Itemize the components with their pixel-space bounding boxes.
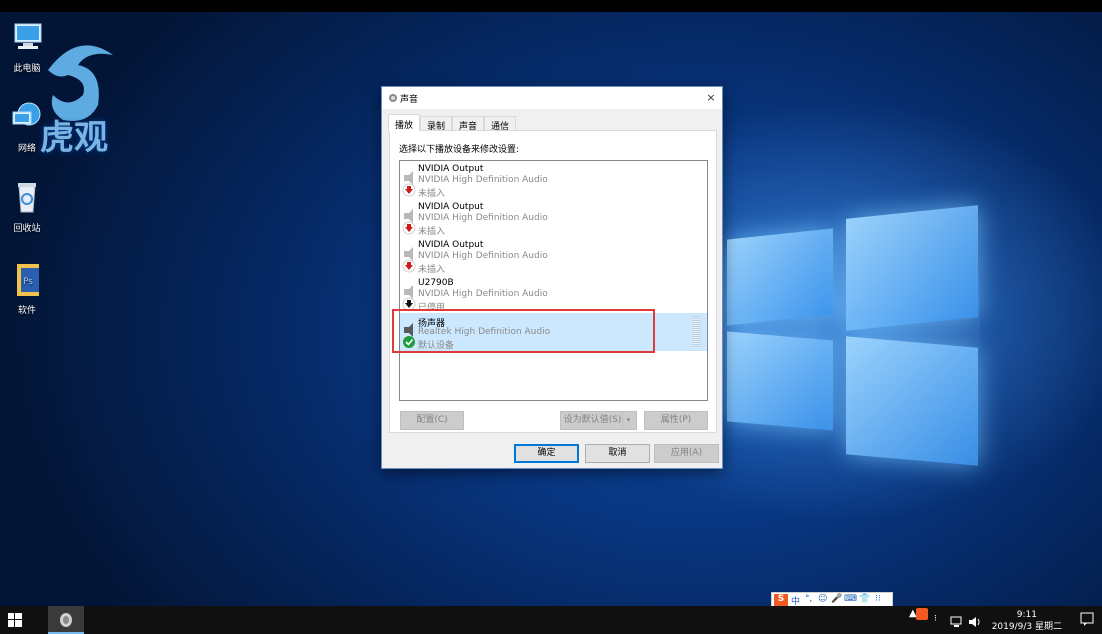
volume-tray-icon[interactable]: [968, 616, 982, 628]
unplugged-red-arrow-icon: [402, 247, 416, 273]
device-driver: NVIDIA High Definition Audio: [418, 213, 548, 223]
sogou-tray-icon[interactable]: [916, 608, 928, 620]
tab-sounds[interactable]: 声音: [452, 116, 485, 132]
device-item[interactable]: NVIDIA Output NVIDIA High Definition Aud…: [400, 237, 707, 275]
device-name: U2790B: [418, 278, 454, 288]
desktop-icon-recycle-bin[interactable]: 回收站: [2, 180, 52, 234]
device-name: NVIDIA Output: [418, 202, 484, 212]
emoji-icon[interactable]: ☺: [818, 594, 827, 604]
svg-text:Ps: Ps: [23, 277, 33, 287]
close-button[interactable]: ×: [700, 87, 722, 109]
folder-icon: Ps: [17, 264, 39, 296]
unplugged-red-arrow-icon: [402, 171, 416, 197]
recycle-bin-icon: [18, 183, 36, 213]
dialog-title: 声音: [400, 95, 419, 105]
windows-logo-pane: [727, 331, 833, 431]
properties-button[interactable]: 属性(P): [644, 411, 708, 430]
desktop-icon-network[interactable]: 网络: [2, 100, 52, 154]
network-tray-icon[interactable]: [950, 616, 964, 628]
taskbar-clock[interactable]: 9:11 2019/9/3 星期二: [992, 609, 1062, 633]
desktop-icon-software[interactable]: Ps 软件: [2, 262, 52, 316]
chevron-down-icon[interactable]: ▾: [622, 412, 634, 429]
system-tray: ▲ ⁝: [906, 608, 986, 630]
unplugged-red-arrow-icon: [402, 209, 416, 235]
clock-time: 9:11: [1016, 610, 1037, 620]
device-item[interactable]: NVIDIA Output NVIDIA High Definition Aud…: [400, 199, 707, 237]
configure-button[interactable]: 配置(C): [400, 411, 464, 430]
taskbar-app-sound[interactable]: [48, 606, 84, 634]
keyboard-icon[interactable]: ⌨: [844, 594, 857, 604]
skin-icon[interactable]: 👕: [859, 594, 870, 604]
windows-logo-pane: [727, 228, 833, 326]
ime-tray-icon[interactable]: ⁝: [934, 614, 937, 624]
device-driver: NVIDIA High Definition Audio: [418, 289, 548, 299]
desktop-icon-this-pc[interactable]: 此电脑: [2, 20, 52, 74]
tab-strip: 播放 录制 声音 通信: [388, 114, 517, 132]
windows-logo-pane: [846, 336, 978, 466]
apply-button[interactable]: 应用(A): [654, 444, 719, 463]
computer-icon: [14, 23, 42, 49]
network-icon: [12, 102, 41, 126]
device-status: 未插入: [418, 265, 446, 275]
device-status: 未插入: [418, 227, 446, 237]
tab-communications[interactable]: 通信: [484, 116, 517, 132]
ok-button[interactable]: 确定: [514, 444, 579, 463]
device-status: 未插入: [418, 189, 446, 199]
device-driver: NVIDIA High Definition Audio: [418, 175, 548, 185]
title-bar[interactable]: 声音 ×: [382, 87, 722, 109]
desktop-icon-label: 此电脑: [13, 64, 41, 74]
notification-icon[interactable]: [1080, 612, 1094, 626]
device-item[interactable]: U2790B NVIDIA High Definition Audio 已停用: [400, 275, 707, 313]
set-default-button[interactable]: 设为默认值(S) ▾: [560, 411, 637, 430]
clock-date: 2019/9/3 星期二: [991, 622, 1062, 632]
speaker-icon: [389, 94, 397, 102]
instruction-text: 选择以下播放设备来修改设置:: [399, 145, 520, 155]
windows-start-icon[interactable]: [8, 613, 22, 627]
device-list[interactable]: NVIDIA Output NVIDIA High Definition Aud…: [399, 160, 708, 401]
sound-dialog: 声音 × 播放 录制 声音 通信 选择以下播放设备来修改设置: NVIDIA O…: [381, 86, 723, 469]
desktop-icon-label: 回收站: [13, 224, 41, 234]
tab-recording[interactable]: 录制: [420, 116, 453, 132]
device-name: NVIDIA Output: [418, 164, 484, 174]
device-name: NVIDIA Output: [418, 240, 484, 250]
windows-logo-pane: [846, 205, 978, 331]
tab-playback[interactable]: 播放: [388, 114, 421, 131]
cancel-button[interactable]: 取消: [585, 444, 650, 463]
device-item[interactable]: NVIDIA Output NVIDIA High Definition Aud…: [400, 161, 707, 199]
ime-punctuation[interactable]: °,: [805, 594, 812, 604]
speaker-icon: [60, 613, 72, 627]
microphone-icon[interactable]: 🎤: [831, 594, 842, 604]
ime-toolbar[interactable]: S 中 °, ☺ 🎤 ⌨ 👕 ⁝⁝: [771, 592, 893, 607]
set-default-label: 设为默认值(S): [563, 415, 622, 425]
device-driver: NVIDIA High Definition Audio: [418, 251, 548, 261]
disabled-black-arrow-icon: [402, 285, 416, 311]
desktop-icon-label: 网络: [17, 144, 36, 154]
desktop-icon-label: 软件: [17, 306, 36, 316]
toolbox-icon[interactable]: ⁝⁝: [875, 594, 881, 604]
annotation-highlight-box: [392, 309, 655, 353]
volume-level-meter: [692, 316, 701, 348]
playback-panel: 选择以下播放设备来修改设置: NVIDIA Output NVIDIA High…: [389, 130, 717, 433]
sogou-logo-icon[interactable]: S: [774, 594, 788, 606]
